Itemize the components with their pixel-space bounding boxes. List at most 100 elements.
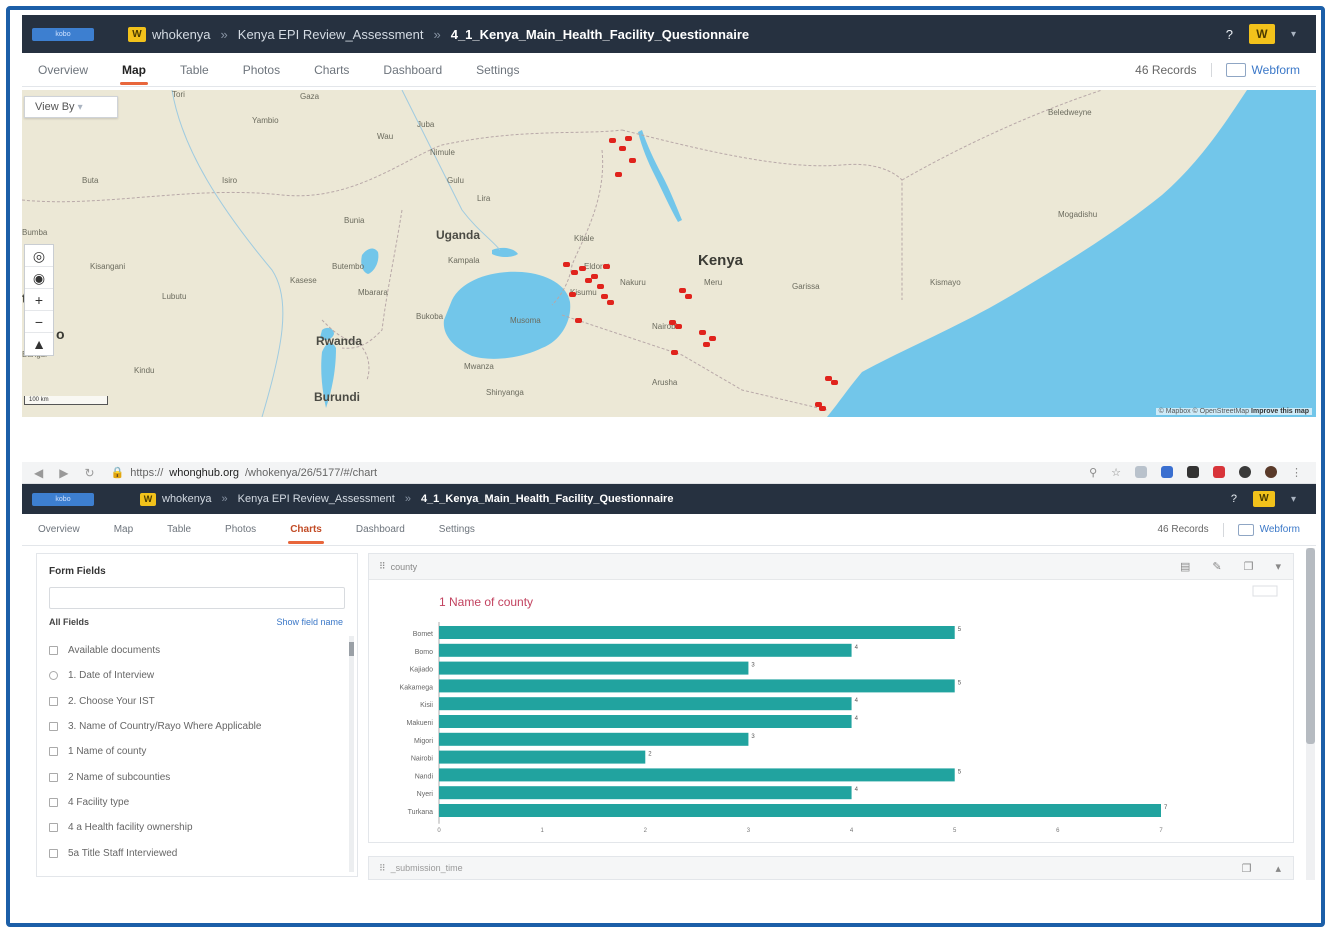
page-scrollbar[interactable] — [1306, 548, 1315, 880]
extension-icon[interactable] — [1161, 466, 1173, 478]
copy-icon[interactable]: ❐ — [1242, 862, 1252, 875]
bar[interactable] — [439, 804, 1161, 817]
field-list-item[interactable]: 4 a Health facility ownership — [49, 815, 341, 840]
address-bar[interactable]: 🔒 https:// whonghub.org/whokenya/26/5177/… — [111, 466, 378, 480]
field-list-item[interactable]: 2 Name of subcounties — [49, 764, 341, 789]
copy-icon[interactable]: ❐ — [1244, 560, 1254, 573]
bar[interactable] — [439, 768, 955, 782]
map-label-country: Rwanda — [316, 334, 363, 348]
breadcrumb-workspace[interactable]: whokenya — [162, 493, 212, 505]
form-fields-panel: Form Fields All Fields Show field name A… — [36, 553, 358, 877]
search-icon[interactable]: ⚲ — [1089, 466, 1097, 479]
map-label-city: Kampala — [448, 256, 480, 265]
y-tick-label: Migori — [414, 738, 434, 745]
scrollbar-thumb[interactable] — [1306, 548, 1315, 744]
tab-dashboard[interactable]: Dashboard — [383, 53, 442, 87]
extension-icon[interactable] — [1187, 466, 1199, 478]
chart-legend-toggle[interactable] — [1252, 585, 1278, 597]
map-label-city: Mwanza — [464, 362, 494, 371]
kobo-logo[interactable]: kobo — [32, 27, 94, 41]
tab-map[interactable]: Map — [114, 514, 133, 546]
locate-icon[interactable]: ◉ — [25, 267, 53, 289]
user-avatar[interactable]: W — [1252, 491, 1275, 507]
x-tick-label: 3 — [747, 828, 751, 834]
tab-settings[interactable]: Settings — [439, 514, 475, 546]
map-label-city: Gulu — [447, 176, 464, 185]
chevron-down-icon[interactable]: ▾ — [1275, 560, 1281, 573]
profile-avatar[interactable] — [1265, 466, 1277, 478]
tab-charts[interactable]: Charts — [288, 514, 324, 546]
pin-icon[interactable]: ✎ — [1212, 560, 1221, 573]
forward-icon[interactable]: ▶ — [59, 466, 68, 480]
reload-icon[interactable]: ↻ — [84, 466, 94, 480]
bar[interactable] — [439, 732, 749, 746]
show-field-name-link[interactable]: Show field name — [276, 617, 343, 627]
tab-photos[interactable]: Photos — [243, 53, 280, 87]
star-icon[interactable]: ☆ — [1111, 466, 1121, 479]
bar[interactable] — [439, 679, 955, 693]
field-list-item[interactable]: 3. Name of Country/Rayo Where Applicable — [49, 714, 341, 739]
breadcrumb-project[interactable]: Kenya EPI Review_Assessment — [238, 493, 395, 505]
map-label-city: Meru — [704, 278, 723, 287]
more-menu-icon[interactable]: ⋮ — [1291, 466, 1302, 479]
view-by-dropdown[interactable]: View By ▾ — [24, 96, 118, 118]
field-list-scrollbar[interactable] — [349, 636, 354, 872]
tab-map[interactable]: Map — [120, 53, 149, 87]
tab-dashboard[interactable]: Dashboard — [356, 514, 405, 546]
bar[interactable] — [439, 750, 646, 764]
extension-icon[interactable] — [1213, 466, 1225, 478]
y-tick-label: Bomet — [413, 631, 433, 638]
tab-charts[interactable]: Charts — [314, 53, 349, 87]
tab-table[interactable]: Table — [180, 53, 209, 87]
field-list-item[interactable]: 5a Title Staff Interviewed — [49, 840, 341, 865]
map-label-city: Mogadishu — [1058, 210, 1098, 219]
field-list-item[interactable]: 2. Choose Your IST — [49, 689, 341, 714]
field-list-item[interactable]: 1 Name of county — [49, 739, 341, 764]
border-kenya-ethiopia — [621, 129, 903, 300]
drag-handle-icon[interactable]: ⠿ — [379, 561, 386, 572]
compass-icon[interactable]: ▲ — [25, 333, 53, 355]
chart-field-tag: county — [390, 561, 418, 572]
chevron-down-icon[interactable]: ▾ — [1291, 29, 1296, 40]
kobo-logo[interactable]: kobo — [32, 492, 94, 506]
bar[interactable] — [439, 697, 852, 711]
breadcrumb-project[interactable]: Kenya EPI Review_Assessment — [238, 27, 424, 42]
tab-settings[interactable]: Settings — [476, 53, 519, 87]
tab-overview[interactable]: Overview — [38, 514, 80, 546]
bar[interactable] — [439, 661, 749, 675]
webform-link[interactable]: Webform — [1237, 523, 1300, 536]
bar[interactable] — [439, 786, 852, 800]
zoom-out-button[interactable]: − — [25, 311, 53, 333]
field-list-item[interactable]: 1. Date of Interview — [49, 663, 341, 688]
field-list-item[interactable]: 4 Facility type — [49, 790, 341, 815]
user-avatar[interactable]: W — [1248, 24, 1275, 44]
webform-link[interactable]: Webform — [1225, 62, 1300, 77]
chevron-down-icon[interactable]: ▾ — [1291, 494, 1296, 505]
help-icon[interactable]: ? — [1226, 27, 1233, 42]
bar[interactable] — [439, 626, 955, 639]
extension-icon[interactable] — [1135, 466, 1147, 478]
improve-map-link[interactable]: Improve this map — [1251, 408, 1309, 415]
bar[interactable] — [439, 643, 852, 657]
field-search-input[interactable] — [49, 587, 345, 609]
scrollbar-thumb[interactable] — [349, 642, 354, 656]
extension-icon[interactable] — [1239, 466, 1251, 478]
map-view[interactable]: View By ▾ Tori Gaza Yambio Wau Juba Nimu… — [22, 90, 1316, 417]
back-icon[interactable]: ◀ — [34, 466, 43, 480]
field-list-item[interactable]: Available documents — [49, 638, 341, 663]
border-uganda-kenya — [551, 149, 604, 306]
tab-table[interactable]: Table — [167, 514, 191, 546]
zoom-in-button[interactable]: + — [25, 289, 53, 311]
help-icon[interactable]: ? — [1231, 493, 1237, 505]
y-tick-label: Makueni — [407, 720, 434, 727]
layers-icon[interactable]: ◎ — [25, 245, 53, 267]
tab-overview[interactable]: Overview — [38, 53, 88, 87]
field-type-icon — [49, 823, 58, 833]
tab-photos[interactable]: Photos — [225, 514, 256, 546]
chart-type-icon[interactable]: ▤ — [1180, 560, 1190, 573]
bar[interactable] — [439, 715, 852, 728]
chevron-down-icon[interactable]: ▴ — [1275, 862, 1281, 875]
breadcrumb-workspace[interactable]: whokenya — [152, 27, 211, 42]
drag-handle-icon[interactable]: ⠿ — [379, 863, 386, 874]
data-label: 7 — [1164, 805, 1168, 811]
